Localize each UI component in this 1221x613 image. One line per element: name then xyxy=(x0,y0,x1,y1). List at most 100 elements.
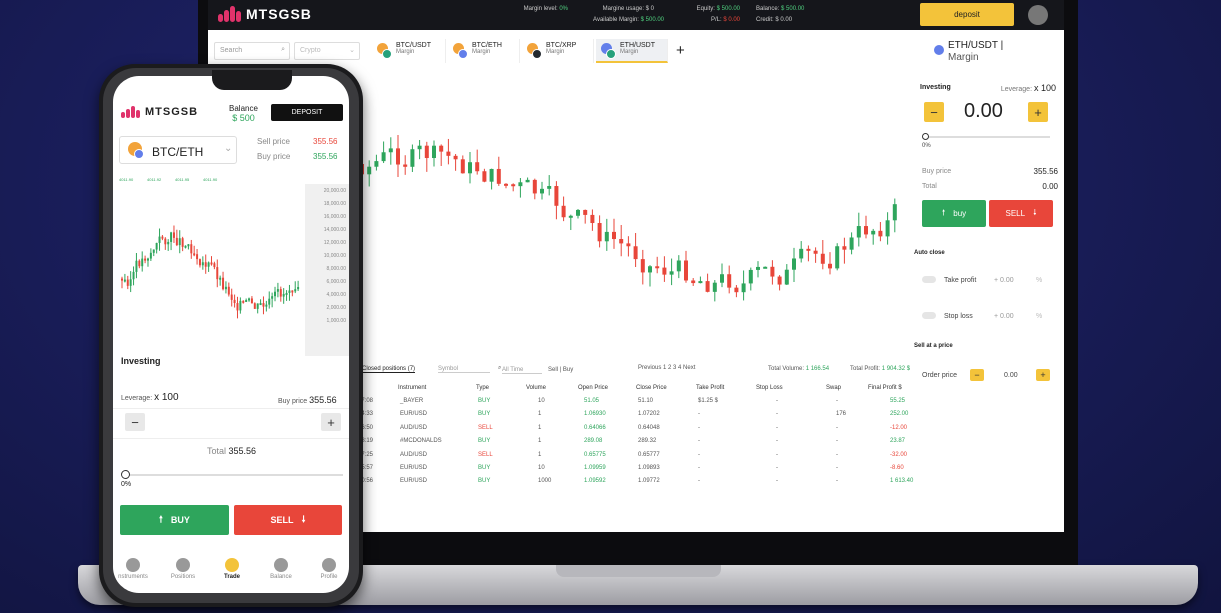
take-profit-toggle[interactable] xyxy=(922,276,936,283)
cell-close: 1.09772 xyxy=(638,478,660,485)
pair-label: BTC/ETH xyxy=(152,145,204,159)
column-header[interactable]: Open Price xyxy=(578,385,608,391)
mobile-candlestick-chart[interactable]: 20,000.00 18,000.00 16,000.00 14,000.00 12,0… xyxy=(113,184,349,356)
candle xyxy=(224,286,227,290)
avatar-icon[interactable] xyxy=(1028,5,1048,25)
cell-swap: - xyxy=(836,398,838,404)
candle xyxy=(265,304,268,307)
divider xyxy=(113,408,349,409)
tab-instruments[interactable]: nstruments xyxy=(113,558,153,580)
candle xyxy=(540,188,544,194)
candle xyxy=(274,291,277,297)
slider-handle[interactable] xyxy=(121,470,130,479)
mobile-balance: Balance $ 500 xyxy=(229,104,258,123)
pair-selector[interactable]: BTC/ETH ⌄ xyxy=(119,136,237,164)
investing-label: Investing xyxy=(121,356,161,366)
tab-balance[interactable]: Balance xyxy=(261,558,301,580)
sell-button[interactable]: SELL 🠗 xyxy=(989,200,1053,227)
order-side-panel: ETH/USDT | Margin Investing Leverage: x 1… xyxy=(914,36,1064,436)
symbol-filter[interactable]: Symbol xyxy=(438,366,490,373)
column-header[interactable]: Final Profit $ xyxy=(868,385,902,391)
add-tab-button[interactable]: + xyxy=(676,42,685,59)
stop-loss-input[interactable]: + 0.00 xyxy=(994,313,1014,320)
column-header[interactable]: Swap xyxy=(826,385,841,391)
candle xyxy=(871,230,876,235)
stop-loss-unit[interactable]: % xyxy=(1036,313,1042,320)
margin-usage: Margine usage: $ 0 xyxy=(602,6,654,12)
amount-minus-button[interactable]: − xyxy=(924,102,944,122)
column-header[interactable]: Take Profit xyxy=(696,385,724,391)
candle xyxy=(576,209,580,216)
cell-tp: - xyxy=(698,438,700,445)
mobile-brand-logo[interactable]: MTSGSB xyxy=(121,106,198,118)
candle xyxy=(135,260,138,272)
cell-open: 289.08 xyxy=(584,438,603,445)
cell-type: SELL xyxy=(478,451,493,458)
deposit-button[interactable]: deposit xyxy=(920,3,1014,26)
mobile-minus-button[interactable]: − xyxy=(125,413,145,431)
candle xyxy=(239,300,242,311)
candle xyxy=(374,161,379,167)
table-row[interactable]: 48:19 #MCDONALDS BUY 1 289.08 289.32- - -23.87 xyxy=(358,435,918,448)
candle xyxy=(763,266,768,269)
closed-positions-tab[interactable]: Closed positions (7) xyxy=(362,366,416,373)
table-row[interactable]: 06:50 AUD/USD SELL 1 0.64066 0.64048- - - -12.00 xyxy=(358,422,918,435)
take-profit-unit[interactable]: % xyxy=(1036,277,1042,284)
category-select[interactable]: Crypto ⌄ xyxy=(294,42,360,60)
table-row[interactable]: 55:57 EUR/USD BUY 10 1.09959 1.09893- - - -8.60 xyxy=(358,462,918,475)
tab-trade[interactable]: Trade xyxy=(212,558,252,580)
pagination[interactable]: Previous 1 2 3 4 Next xyxy=(638,365,695,371)
amount-input[interactable]: 0.00 xyxy=(964,100,1003,123)
candle xyxy=(187,244,190,247)
candle xyxy=(849,237,854,250)
order-price-input[interactable]: 0.00 xyxy=(1004,372,1018,379)
column-header[interactable]: Close Price xyxy=(636,385,667,391)
column-header[interactable]: Volume xyxy=(526,385,546,391)
time-filter[interactable]: All Time xyxy=(502,367,542,374)
auto-close-label: Auto close xyxy=(914,250,945,256)
column-header[interactable]: Instrument xyxy=(398,385,426,391)
mobile-buy-button[interactable]: 🠕 BUY xyxy=(120,505,229,535)
table-row[interactable]: 04:33 EUR/USD BUY 1 1.06930 1.07202- -176 252.0… xyxy=(358,408,918,421)
candle xyxy=(297,287,300,290)
cell-tp: $1.25 $ xyxy=(698,398,719,404)
candle xyxy=(828,263,832,269)
amount-plus-button[interactable]: + xyxy=(1028,102,1048,122)
search-icon[interactable]: ⌕ xyxy=(498,365,501,372)
tab-positions[interactable]: Positions xyxy=(163,558,203,580)
side-filter[interactable]: Sell | Buy xyxy=(548,367,573,373)
candle xyxy=(396,148,400,165)
amount-slider[interactable] xyxy=(924,136,1050,138)
column-header[interactable]: Type xyxy=(476,385,489,391)
mobile-deposit-button[interactable]: DEPOSIT xyxy=(271,104,343,121)
tab-eth-usdt[interactable]: ETH/USDT Margin xyxy=(596,39,668,63)
leverage-readout: Leverage: x 100 xyxy=(1000,83,1056,93)
mobile-sell-button[interactable]: SELL 🠗 xyxy=(234,505,342,535)
table-row[interactable]: 30:56 EUR/USD BUY 1000 1.09592 1.09772- - -1 61… xyxy=(358,475,918,488)
order-price-minus-button[interactable]: − xyxy=(970,369,984,381)
table-row[interactable]: 07:08 _BAYER BUY 10 51.05 51.10 $1.25 $ - -55.25 xyxy=(358,395,918,408)
order-price-plus-button[interactable]: + xyxy=(1036,369,1050,381)
take-profit-input[interactable]: + 0.00 xyxy=(994,277,1014,284)
stop-loss-toggle[interactable] xyxy=(922,312,936,319)
candle xyxy=(856,226,861,238)
candle xyxy=(256,303,259,309)
tab-profile[interactable]: Profile xyxy=(309,558,349,580)
brand-name: MTSGSB xyxy=(145,106,199,118)
candle xyxy=(777,276,782,285)
search-input[interactable]: Search ⌕ xyxy=(214,42,290,60)
tab-btc-usdt[interactable]: BTC/USDT Margin xyxy=(372,39,446,63)
candle xyxy=(734,287,739,293)
slider-handle[interactable] xyxy=(922,133,929,140)
brand-logo[interactable]: MTSGSB xyxy=(218,6,312,22)
cell-profit: -32.00 xyxy=(890,451,908,458)
column-header[interactable]: Stop Loss xyxy=(756,385,783,391)
candle xyxy=(181,238,184,247)
mobile-amount-slider[interactable] xyxy=(125,474,343,476)
tab-btc-eth[interactable]: BTC/ETH Margin xyxy=(448,39,520,63)
mobile-plus-button[interactable]: + xyxy=(321,413,341,431)
candle xyxy=(612,231,616,240)
buy-button[interactable]: 🠕 buy xyxy=(922,200,986,227)
tab-btc-xrp[interactable]: BTC/XRP Margin xyxy=(522,39,594,63)
table-row[interactable]: 57:25 AUD/USD SELL 1 0.65775 0.65777- - - -32.00 xyxy=(358,449,918,462)
